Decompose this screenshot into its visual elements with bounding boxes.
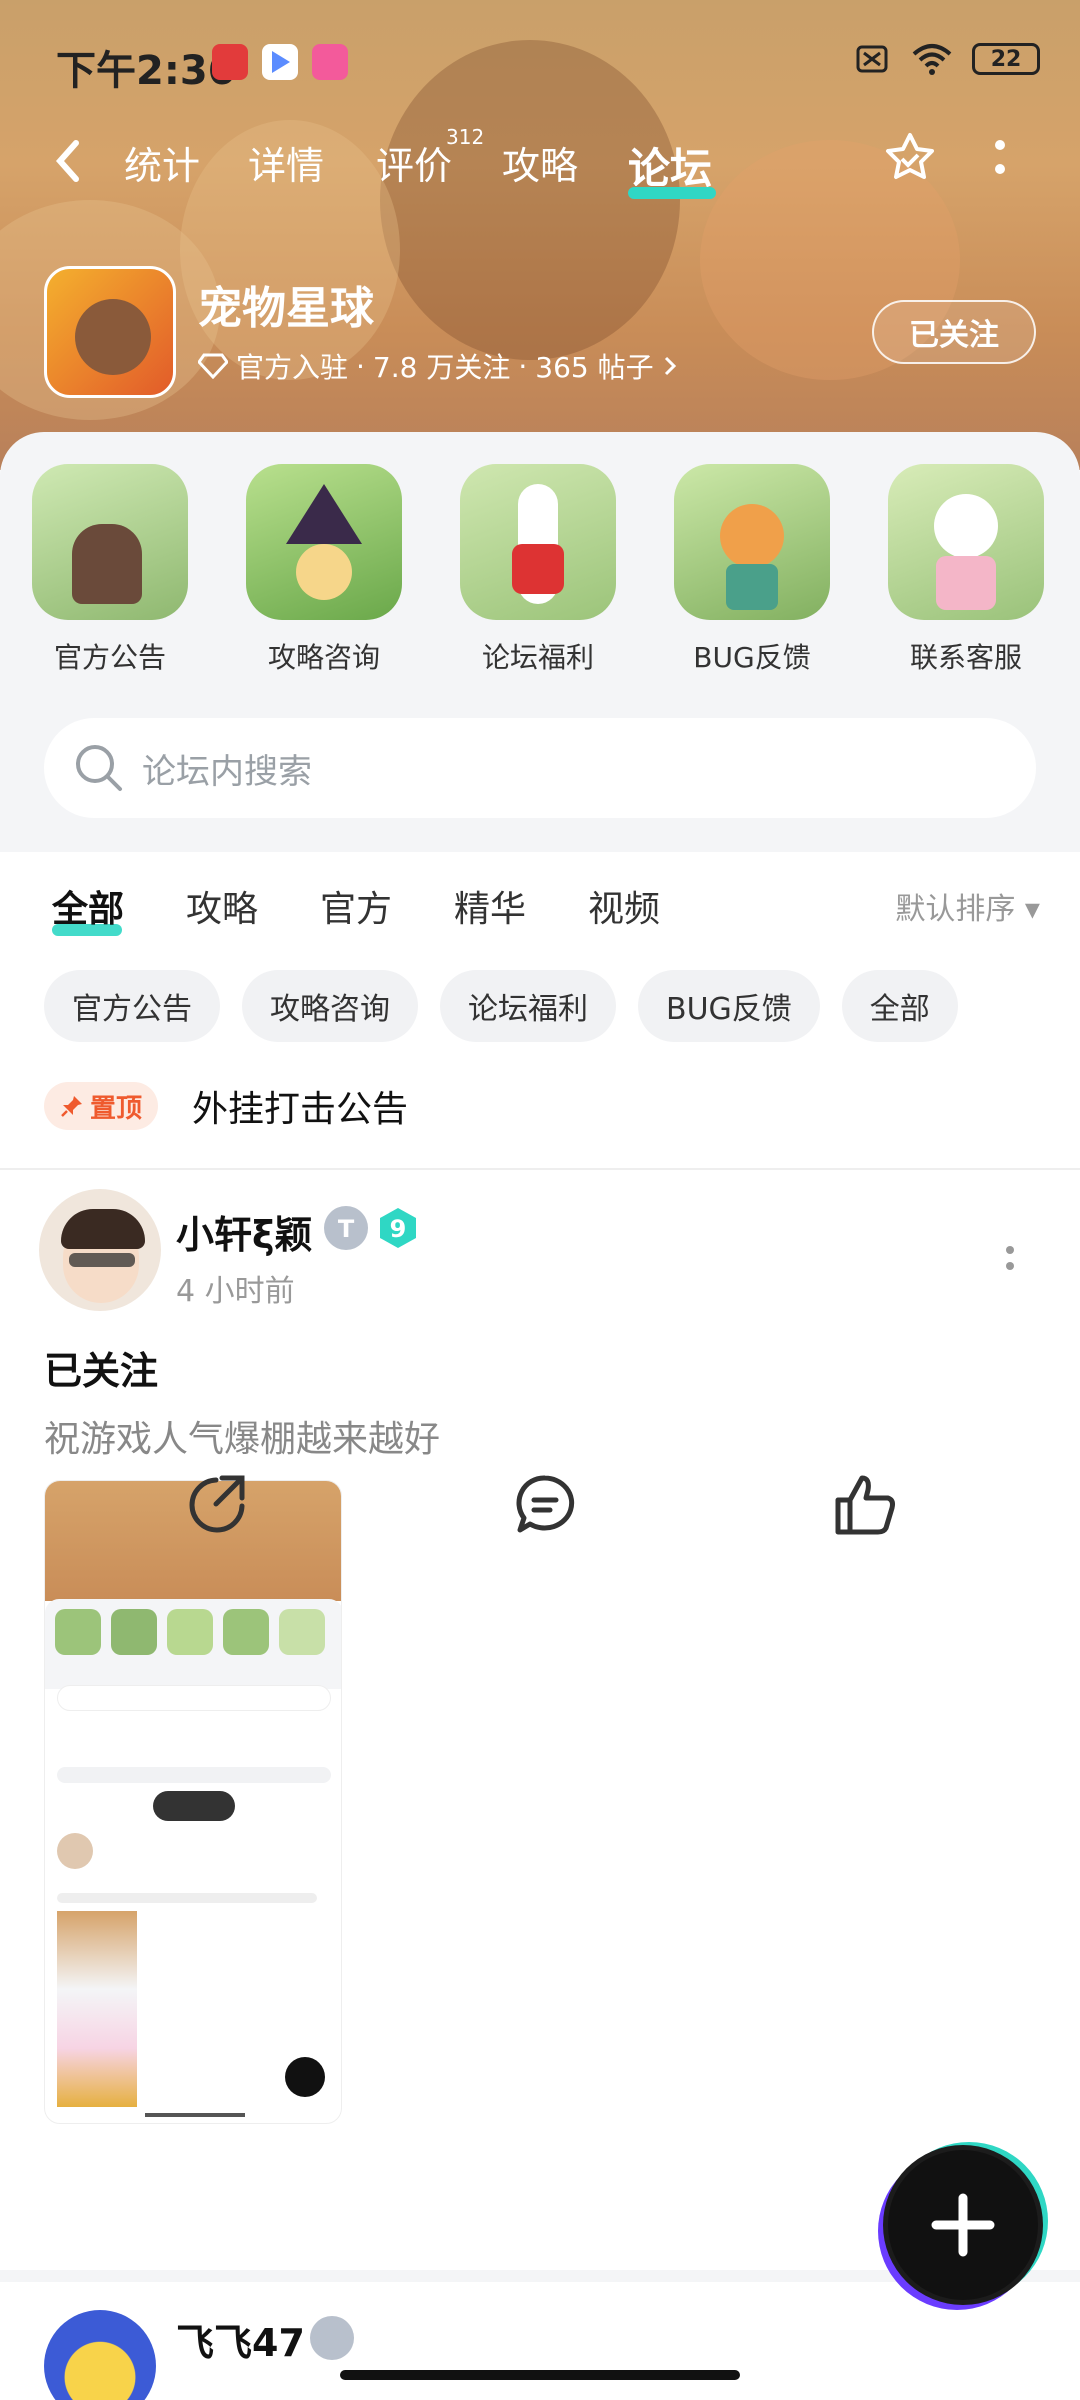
post-card[interactable]: 飞飞47: [0, 2284, 1080, 2400]
app-notification-icon: [212, 44, 248, 80]
pin-icon: [61, 1096, 82, 1117]
user-badge-icon: [310, 2316, 354, 2360]
plus-icon: [931, 2193, 995, 2257]
more-vertical-icon: [995, 140, 1005, 174]
more-vertical-icon: [1006, 1246, 1014, 1270]
filter-chips: 官方公告 攻略咨询 论坛福利 BUG反馈 全部: [44, 970, 958, 1042]
battery-level: 22: [990, 46, 1022, 72]
status-time: 下午2:36: [56, 48, 236, 94]
star-badge-icon: [886, 133, 934, 179]
chip-forum-welfare[interactable]: 论坛福利: [440, 970, 616, 1042]
post-username[interactable]: 飞飞47: [176, 2312, 305, 2367]
feed-tab-all[interactable]: 全部: [52, 880, 124, 932]
home-indicator[interactable]: [340, 2370, 740, 2380]
chip-official-notice[interactable]: 官方公告: [44, 970, 220, 1042]
feed-tab-guides[interactable]: 攻略: [186, 880, 258, 932]
feed-tab-featured[interactable]: 精华: [454, 880, 526, 932]
more-options-button[interactable]: [985, 129, 1015, 189]
share-button[interactable]: [182, 1470, 252, 1540]
pinned-post[interactable]: 置顶 外挂打击公告: [44, 1076, 1044, 1136]
category-thumbnail: [246, 464, 402, 620]
share-icon: [189, 1475, 245, 1533]
feed-tab-video[interactable]: 视频: [588, 880, 660, 932]
svg-text:T: T: [338, 1215, 355, 1243]
category-thumbnail: [674, 464, 830, 620]
chevron-right-icon: [664, 356, 676, 376]
chip-all[interactable]: 全部: [841, 970, 958, 1042]
divider: [0, 1168, 1080, 1170]
category-panel: 官方公告 攻略咨询 论坛福利 BUG反馈 联系客服 论坛内搜索: [0, 432, 1080, 852]
category-thumbnail: [888, 464, 1044, 620]
category-customer-service[interactable]: 联系客服: [888, 464, 1044, 676]
category-label: 论坛福利: [481, 641, 594, 674]
status-bar: 下午2:36 22: [0, 30, 1080, 94]
avatar[interactable]: [36, 1186, 164, 1314]
post-time: 4 小时前: [176, 1274, 295, 1309]
avatar[interactable]: [44, 2310, 156, 2400]
level-badge: 9: [376, 1206, 420, 1250]
category-bug-report[interactable]: BUG反馈: [674, 464, 830, 676]
feed-tab-official[interactable]: 官方: [320, 880, 392, 932]
top-navigation: 统计 详情 评价 312 攻略 论坛: [0, 125, 1080, 205]
no-sim-icon: [856, 45, 888, 73]
create-post-button[interactable]: [888, 2150, 1038, 2300]
feed-tabs: 全部 攻略 官方 精华 视频 默认排序 ▾: [0, 880, 1080, 960]
play-store-icon: [262, 44, 298, 80]
favorite-button[interactable]: [880, 129, 940, 189]
thumbs-up-icon: [835, 1475, 895, 1535]
chip-bug-report[interactable]: BUG反馈: [638, 970, 820, 1042]
user-badge-icon: T: [324, 1206, 368, 1250]
pinned-badge: 置顶: [44, 1082, 159, 1130]
comment-button[interactable]: [510, 1470, 580, 1540]
like-button[interactable]: [830, 1470, 900, 1540]
chevron-left-icon: [55, 140, 79, 182]
post-more-button[interactable]: [1000, 1238, 1020, 1278]
game-logo[interactable]: [44, 266, 176, 398]
posts-count: 365 帖子: [535, 351, 654, 384]
post-title: 已关注: [44, 1349, 159, 1393]
search-icon: [76, 745, 122, 791]
diamond-icon: [198, 353, 228, 379]
reviews-count-badge: 312: [446, 125, 485, 149]
chip-guide-consult[interactable]: 攻略咨询: [242, 970, 418, 1042]
follow-button[interactable]: 已关注: [872, 300, 1036, 364]
post-image[interactable]: [44, 1480, 342, 2124]
category-label: 联系客服: [909, 641, 1022, 674]
search-placeholder: 论坛内搜索: [142, 751, 312, 792]
category-guide-consult[interactable]: 攻略咨询: [246, 464, 402, 676]
category-label: 攻略咨询: [267, 641, 380, 674]
search-input[interactable]: 论坛内搜索: [44, 718, 1036, 818]
followers-count: 7.8 万关注: [372, 351, 511, 384]
category-label: BUG反馈: [693, 641, 811, 674]
bilibili-icon: [312, 44, 348, 80]
pinned-title: 外挂打击公告: [192, 1089, 409, 1130]
pinned-label: 置顶: [90, 1093, 143, 1124]
post-actions: [0, 1440, 1080, 1560]
category-thumbnail: [460, 464, 616, 620]
meta-separator: ·: [356, 349, 365, 383]
category-label: 官方公告: [53, 641, 166, 674]
tab-details[interactable]: 详情: [248, 135, 324, 190]
tab-stats[interactable]: 统计: [124, 135, 200, 190]
category-official-notice[interactable]: 官方公告: [32, 464, 188, 676]
comment-icon: [516, 1475, 575, 1533]
sort-dropdown[interactable]: 默认排序 ▾: [895, 884, 1040, 928]
official-label: 官方入驻: [236, 351, 349, 384]
active-tab-indicator: [628, 187, 716, 199]
tab-guides[interactable]: 攻略: [502, 135, 578, 190]
category-forum-welfare[interactable]: 论坛福利: [460, 464, 616, 676]
back-button[interactable]: [48, 131, 98, 191]
meta-separator: ·: [518, 349, 528, 383]
battery-icon: 22: [972, 43, 1040, 75]
game-meta[interactable]: 官方入驻 · 7.8 万关注 · 365 帖子: [198, 346, 678, 386]
category-thumbnail: [32, 464, 188, 620]
game-name: 宠物星球: [198, 283, 374, 334]
wifi-icon: [912, 44, 952, 75]
level-number: 9: [390, 1215, 407, 1243]
post-username[interactable]: 小轩ξ颖: [176, 1204, 312, 1259]
tab-reviews[interactable]: 评价: [376, 135, 452, 190]
